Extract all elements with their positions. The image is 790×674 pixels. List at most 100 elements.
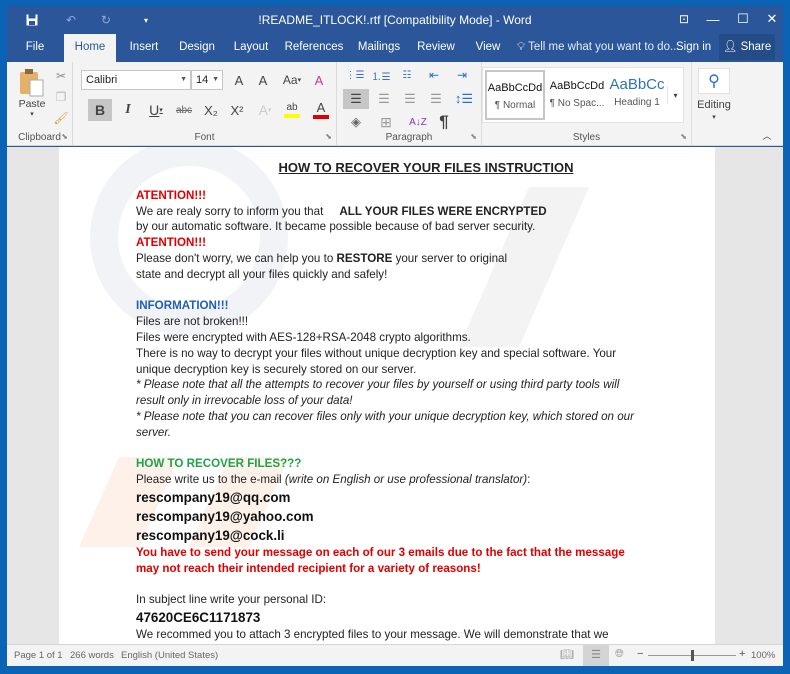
clipboard-launcher-icon[interactable]: ⬊ xyxy=(61,132,68,141)
cut-icon[interactable]: ✂ xyxy=(53,68,69,84)
tab-file[interactable]: File xyxy=(15,34,55,62)
tab-mailings[interactable]: Mailings xyxy=(353,34,405,62)
find-search-icon[interactable]: ⚲ xyxy=(698,68,730,94)
text: (write on English or use professional tr… xyxy=(284,473,528,487)
font-launcher-icon[interactable]: ⬊ xyxy=(325,132,332,141)
language-indicator[interactable]: English (United States) xyxy=(121,650,218,661)
window-title: !README_ITLOCK!.rtf [Compatibility Mode]… xyxy=(258,13,532,27)
maximize-button[interactable]: ☐ xyxy=(728,8,758,30)
paste-dropdown-icon: ▾ xyxy=(30,111,34,118)
shading-icon[interactable]: ◈ xyxy=(343,112,369,132)
increase-indent-icon[interactable]: ⇥ xyxy=(451,66,473,84)
clear-formatting-icon[interactable]: A xyxy=(309,70,329,90)
highlight-color-bar xyxy=(284,114,300,118)
highlight-button[interactable]: ab xyxy=(279,99,305,121)
encrypted-notice: ALL YOUR FILES WERE ENCRYPTED xyxy=(339,204,547,218)
sign-in-link[interactable]: Sign in xyxy=(676,34,711,60)
zoom-out-button[interactable]: − xyxy=(637,648,643,660)
font-name-value: Calibri xyxy=(86,74,118,86)
borders-icon[interactable]: ⊞ xyxy=(373,112,399,132)
font-color-button[interactable]: A xyxy=(309,99,333,121)
sort-icon[interactable]: A↓Z xyxy=(407,112,429,132)
align-right-icon[interactable]: ☰ xyxy=(399,89,421,109)
style-normal[interactable]: AaBbCcDd ¶ Normal xyxy=(485,70,545,120)
share-button[interactable]: 👤︎ Share xyxy=(719,34,775,60)
zoom-in-button[interactable]: + xyxy=(739,648,745,660)
show-formatting-marks-icon[interactable]: ¶ xyxy=(433,112,455,132)
text: : xyxy=(527,473,531,487)
editing-dropdown-icon[interactable]: ▾ xyxy=(692,112,736,122)
decrease-indent-icon[interactable]: ⇤ xyxy=(423,66,445,84)
word-count[interactable]: 266 words xyxy=(70,650,114,661)
copy-icon[interactable]: ❐ xyxy=(53,89,69,105)
collapse-ribbon-icon[interactable]: ︿ xyxy=(759,128,775,142)
tab-layout[interactable]: Layout xyxy=(227,34,275,62)
styles-more-icon[interactable]: ▾ xyxy=(667,86,683,104)
tell-me-search[interactable]: 💡︎ Tell me what you want to do... xyxy=(517,34,680,62)
minimize-button[interactable]: — xyxy=(698,8,728,30)
font-color-label: A xyxy=(316,100,326,115)
document-heading: HOW TO RECOVER YOUR FILES INSTRUCTION xyxy=(278,160,574,175)
share-label: Share xyxy=(740,41,772,53)
style-name: ¶ No Spac... xyxy=(549,98,605,109)
font-name-select[interactable]: Calibri ▼ xyxy=(81,70,191,90)
ribbon-display-options-button[interactable]: ⊡ xyxy=(669,8,699,30)
text-effects-button[interactable]: A ▾ xyxy=(253,99,277,121)
print-layout-icon[interactable]: ☰ xyxy=(583,645,609,666)
style-heading-1[interactable]: AaBbCc Heading 1 xyxy=(607,70,667,120)
word-window: ↶ ↻ ▾ !README_ITLOCK!.rtf [Compatibility… xyxy=(7,6,783,666)
tab-design[interactable]: Design xyxy=(171,34,223,62)
zoom-slider-thumb[interactable] xyxy=(691,650,694,661)
format-painter-icon[interactable]: 🖌︎ xyxy=(53,110,69,126)
web-layout-icon[interactable]: 🌐︎ xyxy=(615,648,624,661)
change-case-button[interactable]: Aa ▾ xyxy=(279,71,305,89)
multilevel-list-icon[interactable]: ☷ xyxy=(395,66,419,84)
recover-heading: HOW TO RECOVER FILES??? xyxy=(136,457,302,471)
personal-id: 47620CE6C1171873 xyxy=(136,610,261,626)
shrink-font-button[interactable]: A xyxy=(253,71,273,89)
style-no-spacing[interactable]: AaBbCcDd ¶ No Spac... xyxy=(547,70,607,120)
text-effects-label: A xyxy=(258,102,268,118)
paragraph-launcher-icon[interactable]: ⬊ xyxy=(470,132,477,141)
tab-references[interactable]: References xyxy=(281,34,347,62)
style-name: ¶ Normal xyxy=(494,100,536,111)
paste-label: Paste xyxy=(18,98,46,110)
paragraph: There is no way to decrypt your files wi… xyxy=(136,346,617,376)
editing-button[interactable]: Editing xyxy=(692,98,736,112)
tab-review[interactable]: Review xyxy=(411,34,461,62)
bullets-icon[interactable]: ⋮☰ xyxy=(343,66,367,84)
close-button[interactable]: ✕ xyxy=(757,8,787,30)
tab-view[interactable]: View xyxy=(467,34,509,62)
subscript-button[interactable]: X₂ xyxy=(200,99,222,121)
paragraph: Files were encrypted with AES-128+RSA-20… xyxy=(136,330,471,344)
superscript-button[interactable]: X² xyxy=(226,99,248,121)
share-person-icon: 👤︎ xyxy=(722,41,738,53)
styles-launcher-icon[interactable]: ⬊ xyxy=(680,132,687,141)
line-spacing-icon[interactable]: ↕☰ xyxy=(451,89,477,109)
paste-button[interactable]: Paste ▾ xyxy=(15,66,49,120)
align-left-icon[interactable]: ☰ xyxy=(343,89,369,109)
tab-home[interactable]: Home xyxy=(64,34,116,62)
read-mode-icon[interactable]: 📖︎ xyxy=(560,648,574,661)
zoom-level[interactable]: 100% xyxy=(751,650,775,661)
justify-icon[interactable]: ☰ xyxy=(425,89,447,109)
grow-font-button[interactable]: A xyxy=(229,71,249,89)
tab-insert[interactable]: Insert xyxy=(121,34,167,62)
chevron-down-icon: ▼ xyxy=(180,76,187,83)
style-sample: AaBbCc xyxy=(609,76,665,93)
strikethrough-button[interactable]: abc xyxy=(173,99,195,121)
highlight-label: ab xyxy=(286,102,298,113)
chevron-down-icon: ▼ xyxy=(212,76,219,83)
font-size-select[interactable]: 14 ▼ xyxy=(191,70,223,90)
paragraph: Please write us to the e-mail (write on … xyxy=(136,472,696,488)
underline-button[interactable]: U ▾ xyxy=(143,99,169,121)
change-case-label: Aa xyxy=(282,73,298,87)
italic-button[interactable]: I xyxy=(118,99,138,121)
document-page[interactable]: HOW TO RECOVER YOUR FILES INSTRUCTION AT… xyxy=(59,147,715,644)
document-area: HOW TO RECOVER YOUR FILES INSTRUCTION AT… xyxy=(7,147,783,644)
bold-button[interactable]: B xyxy=(88,99,112,121)
align-center-icon[interactable]: ☰ xyxy=(373,89,395,109)
numbering-icon[interactable]: ⒈☰ xyxy=(369,66,393,84)
zoom-slider[interactable] xyxy=(648,650,736,661)
page-count[interactable]: Page 1 of 1 xyxy=(14,650,63,661)
